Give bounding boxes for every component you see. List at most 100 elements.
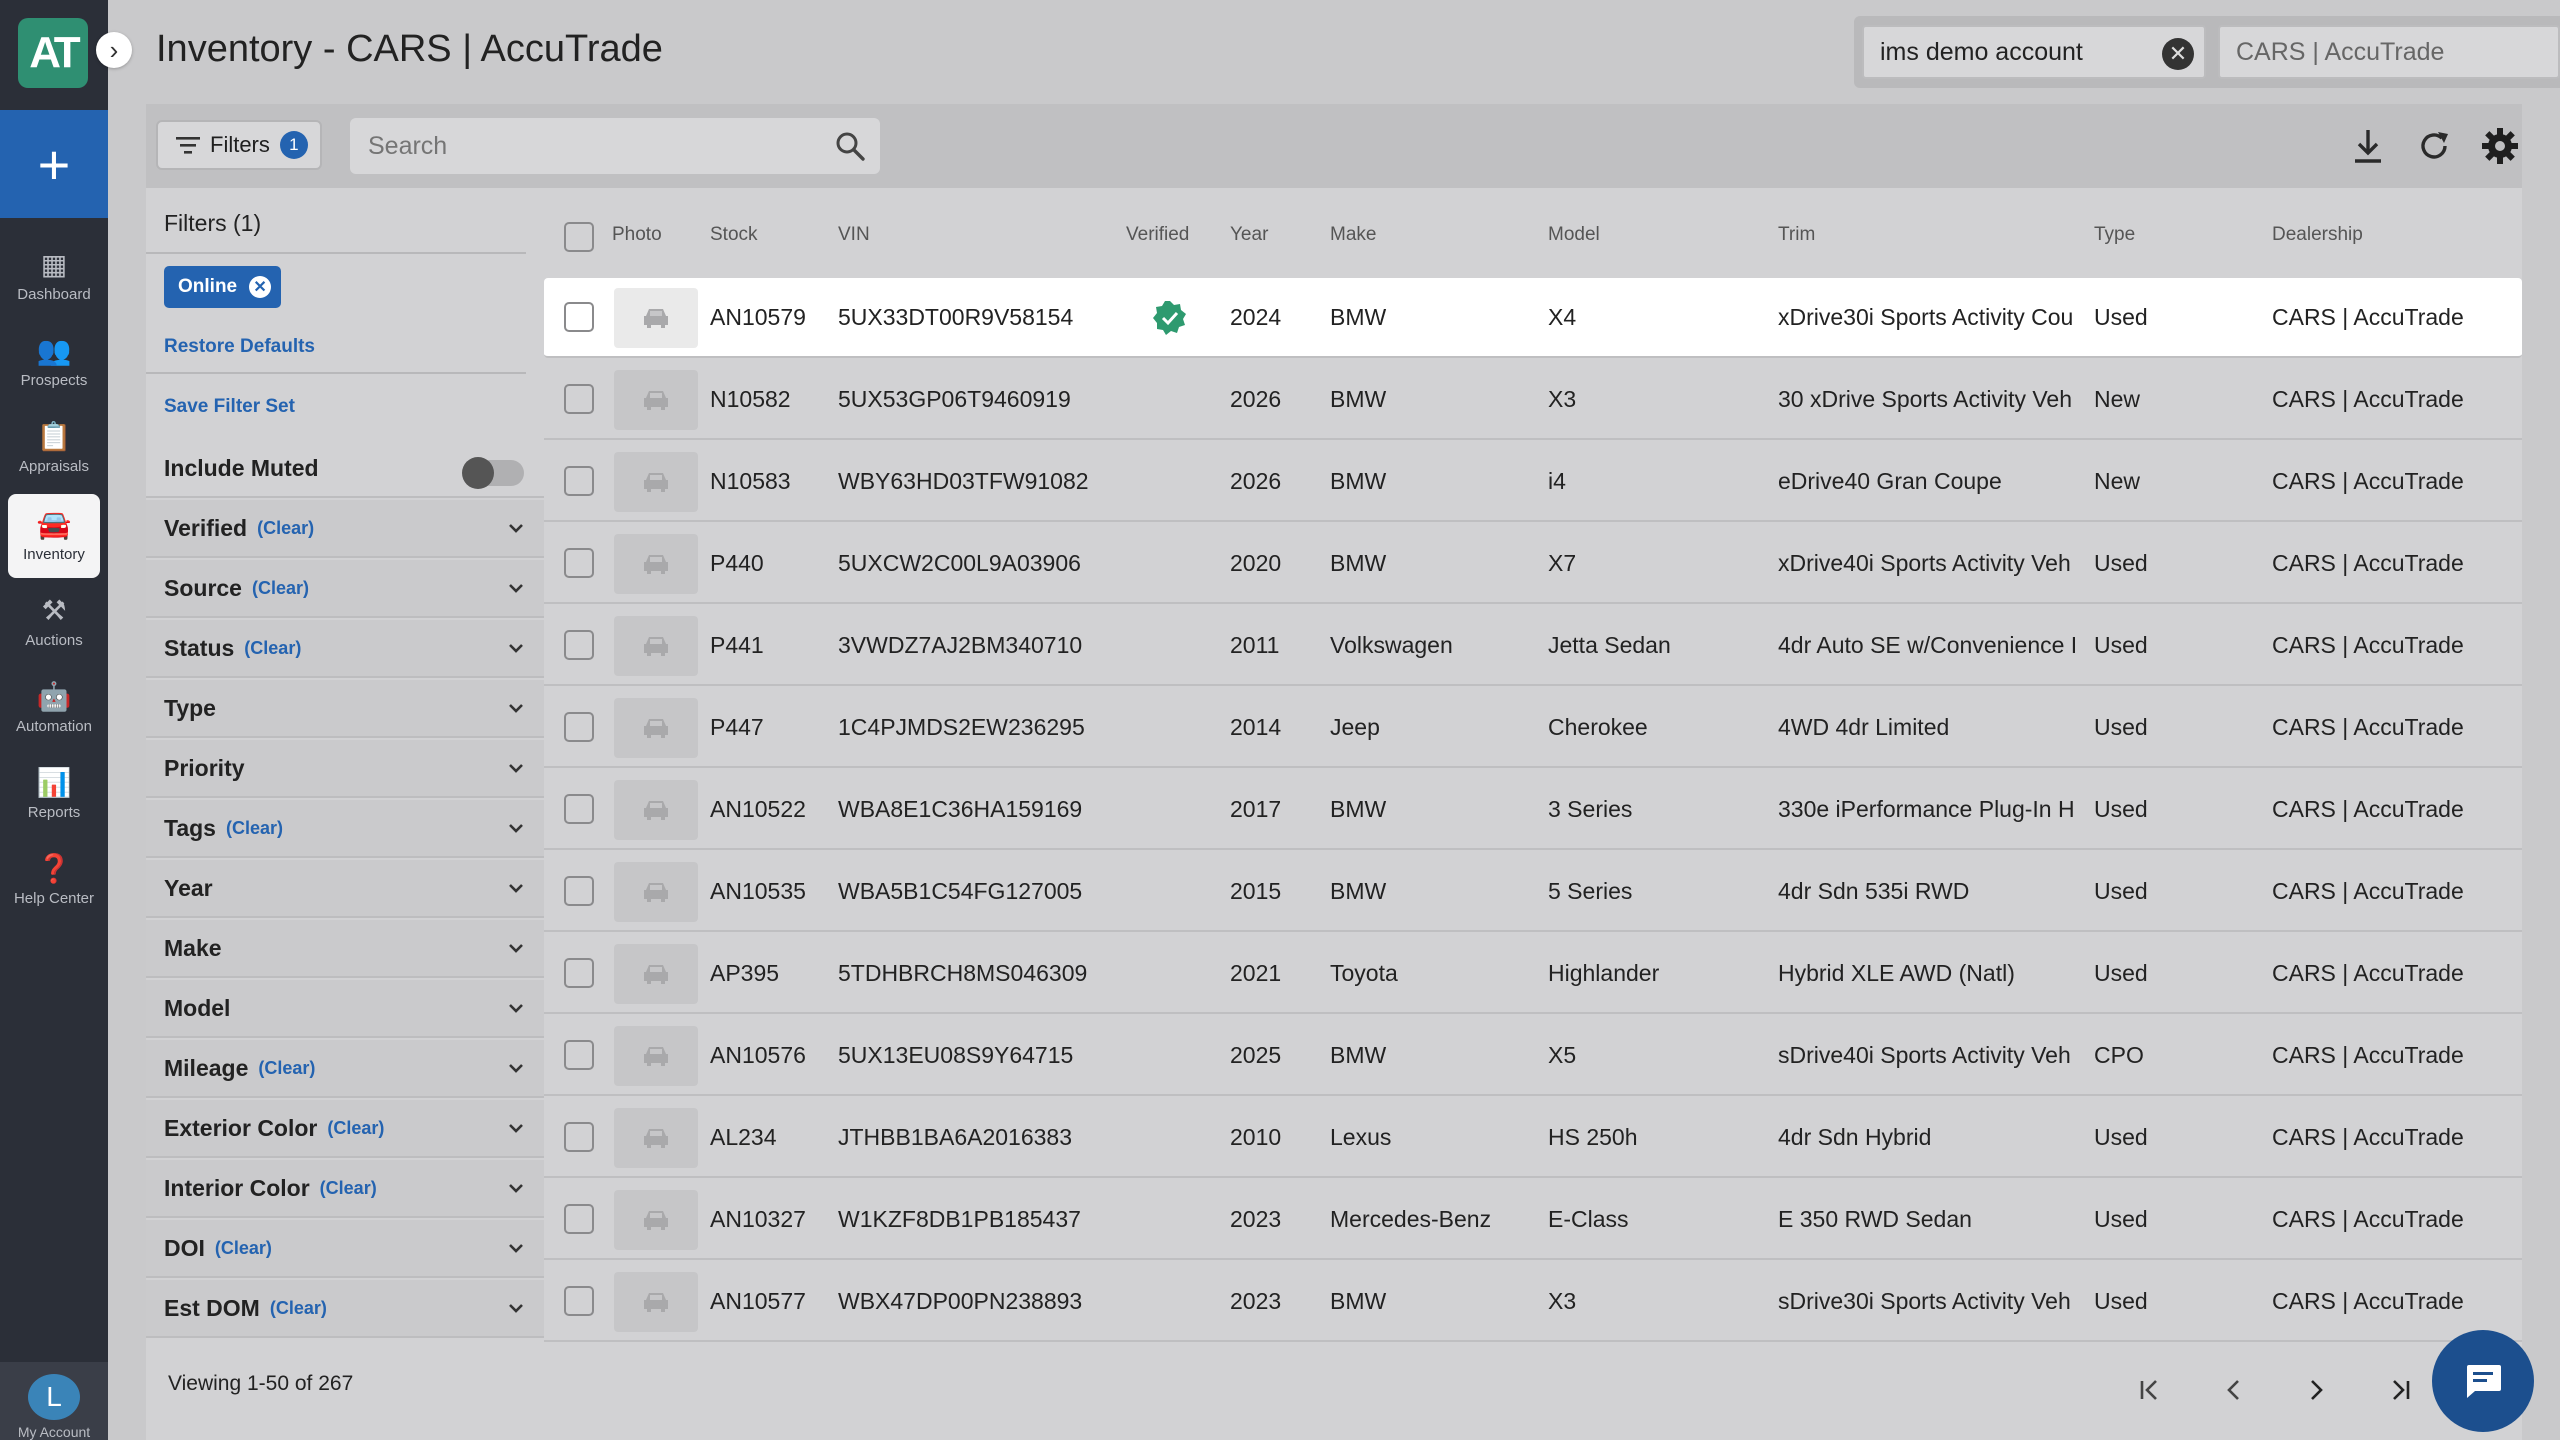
search-icon[interactable]: [834, 130, 866, 162]
account-select[interactable]: ims demo account ✕: [1862, 25, 2206, 79]
col-header-vin[interactable]: VIN: [838, 224, 870, 246]
table-row[interactable]: AN10522 WBA8E1C36HA159169 2017 BMW 3 Series 3…: [544, 770, 2522, 850]
online-filter-chip[interactable]: Online ✕: [164, 266, 282, 308]
table-row[interactable]: AN10576 5UX13EU08S9Y64715 2025 BMW X5 sDrive4…: [544, 1016, 2522, 1096]
app-logo[interactable]: AT: [18, 18, 88, 88]
col-header-model[interactable]: Model: [1548, 224, 1600, 246]
vehicle-photo-placeholder[interactable]: [614, 780, 698, 840]
clear-filter-link[interactable]: (Clear): [226, 818, 283, 839]
remove-chip-icon[interactable]: ✕: [249, 276, 272, 298]
vehicle-photo-placeholder[interactable]: [614, 1272, 698, 1332]
filter-group-priority[interactable]: Priority: [146, 740, 544, 798]
row-checkbox[interactable]: [564, 548, 594, 578]
row-checkbox[interactable]: [564, 794, 594, 824]
nav-item-automation[interactable]: 🤖 Automation: [8, 666, 100, 750]
filter-group-make[interactable]: Make: [146, 920, 544, 978]
last-page-icon[interactable]: [2376, 1368, 2420, 1412]
row-checkbox[interactable]: [564, 466, 594, 496]
nav-item-inventory[interactable]: 🚘 Inventory: [8, 494, 100, 578]
row-checkbox[interactable]: [564, 876, 594, 906]
row-checkbox[interactable]: [564, 1286, 594, 1316]
clear-account-icon[interactable]: ✕: [2162, 38, 2194, 70]
row-checkbox[interactable]: [564, 1204, 594, 1234]
clear-filter-link[interactable]: (Clear): [320, 1178, 377, 1199]
filter-group-model[interactable]: Model: [146, 980, 544, 1038]
filter-group-year[interactable]: Year: [146, 860, 544, 918]
filter-group-est-dom[interactable]: Est DOM (Clear): [146, 1280, 544, 1338]
nav-item-help-center[interactable]: ❓ Help Center: [8, 838, 100, 922]
table-row[interactable]: N10582 5UX53GP06T9460919 2026 BMW X3 30 xDriv…: [544, 360, 2522, 440]
filter-group-tags[interactable]: Tags (Clear): [146, 800, 544, 858]
my-account-button[interactable]: L My Account: [0, 1362, 108, 1440]
vehicle-photo-placeholder[interactable]: [614, 370, 698, 430]
vehicle-photo-placeholder[interactable]: [614, 288, 698, 348]
table-row[interactable]: AN10577 WBX47DP00PN238893 2023 BMW X3 sDrive3…: [544, 1262, 2522, 1342]
first-page-icon[interactable]: [2130, 1368, 2174, 1412]
nav-item-reports[interactable]: 📊 Reports: [8, 752, 100, 836]
filter-group-exterior-color[interactable]: Exterior Color (Clear): [146, 1100, 544, 1158]
filter-group-type[interactable]: Type: [146, 680, 544, 738]
search-input[interactable]: [368, 131, 808, 161]
filter-group-verified[interactable]: Verified (Clear): [146, 500, 544, 558]
filter-group-source[interactable]: Source (Clear): [146, 560, 544, 618]
vehicle-photo-placeholder[interactable]: [614, 1026, 698, 1086]
refresh-icon[interactable]: [2412, 124, 2456, 168]
clear-filter-link[interactable]: (Clear): [244, 638, 301, 659]
clear-filter-link[interactable]: (Clear): [215, 1238, 272, 1259]
dealership-select[interactable]: CARS | AccuTrade: [2218, 25, 2560, 79]
vehicle-photo-placeholder[interactable]: [614, 698, 698, 758]
vehicle-photo-placeholder[interactable]: [614, 616, 698, 676]
col-header-type[interactable]: Type: [2094, 224, 2135, 246]
filters-button[interactable]: Filters 1: [156, 120, 322, 170]
table-row[interactable]: N10583 WBY63HD03TFW91082 2026 BMW i4 eDrive40…: [544, 442, 2522, 522]
nav-item-auctions[interactable]: ⚒ Auctions: [8, 580, 100, 664]
col-header-verified[interactable]: Verified: [1126, 224, 1189, 246]
vehicle-photo-placeholder[interactable]: [614, 452, 698, 512]
restore-defaults-link[interactable]: Restore Defaults: [164, 336, 315, 358]
clear-filter-link[interactable]: (Clear): [270, 1298, 327, 1319]
add-new-button[interactable]: +: [0, 110, 108, 218]
vehicle-photo-placeholder[interactable]: [614, 862, 698, 922]
table-row[interactable]: AL234 JTHBB1BA6A2016383 2010 Lexus HS 250h 4d…: [544, 1098, 2522, 1178]
filter-group-doi[interactable]: DOI (Clear): [146, 1220, 544, 1278]
filter-group-mileage[interactable]: Mileage (Clear): [146, 1040, 544, 1098]
nav-item-prospects[interactable]: 👥 Prospects: [8, 320, 100, 404]
table-row[interactable]: P447 1C4PJMDS2EW236295 2014 Jeep Cherokee 4WD…: [544, 688, 2522, 768]
filter-group-status[interactable]: Status (Clear): [146, 620, 544, 678]
col-header-make[interactable]: Make: [1330, 224, 1376, 246]
row-checkbox[interactable]: [564, 384, 594, 414]
vehicle-photo-placeholder[interactable]: [614, 1190, 698, 1250]
vehicle-photo-placeholder[interactable]: [614, 534, 698, 594]
clear-filter-link[interactable]: (Clear): [258, 1058, 315, 1079]
col-header-year[interactable]: Year: [1230, 224, 1268, 246]
filter-group-interior-color[interactable]: Interior Color (Clear): [146, 1160, 544, 1218]
table-row[interactable]: AN10535 WBA5B1C54FG127005 2015 BMW 5 Series 4…: [544, 852, 2522, 932]
row-checkbox[interactable]: [564, 302, 594, 332]
save-filter-set-link[interactable]: Save Filter Set: [164, 396, 295, 418]
table-row[interactable]: AP395 5TDHBRCH8MS046309 2021 Toyota Highland…: [544, 934, 2522, 1014]
table-row[interactable]: P440 5UXCW2C00L9A03906 2020 BMW X7 xDrive40i …: [544, 524, 2522, 604]
previous-page-icon[interactable]: [2212, 1368, 2256, 1412]
nav-item-appraisals[interactable]: 📋 Appraisals: [8, 406, 100, 490]
vehicle-photo-placeholder[interactable]: [614, 944, 698, 1004]
table-row[interactable]: AN10327 W1KZF8DB1PB185437 2023 Mercedes-Ben…: [544, 1180, 2522, 1260]
row-checkbox[interactable]: [564, 630, 594, 660]
vehicle-photo-placeholder[interactable]: [614, 1108, 698, 1168]
nav-item-dashboard[interactable]: ▦ Dashboard: [8, 234, 100, 318]
expand-nav-button[interactable]: ›: [96, 32, 132, 68]
row-checkbox[interactable]: [564, 712, 594, 742]
chat-button[interactable]: [2432, 1330, 2534, 1432]
col-header-dealership[interactable]: Dealership: [2272, 224, 2363, 246]
next-page-icon[interactable]: [2294, 1368, 2338, 1412]
col-header-photo[interactable]: Photo: [612, 224, 662, 246]
col-header-trim[interactable]: Trim: [1778, 224, 1815, 246]
col-header-stock[interactable]: Stock: [710, 224, 758, 246]
row-checkbox[interactable]: [564, 1040, 594, 1070]
settings-gear-icon[interactable]: [2478, 124, 2522, 168]
include-muted-toggle[interactable]: [462, 457, 524, 489]
clear-filter-link[interactable]: (Clear): [257, 518, 314, 539]
download-icon[interactable]: [2346, 124, 2390, 168]
select-all-checkbox[interactable]: [564, 222, 594, 252]
row-checkbox[interactable]: [564, 958, 594, 988]
clear-filter-link[interactable]: (Clear): [327, 1118, 384, 1139]
